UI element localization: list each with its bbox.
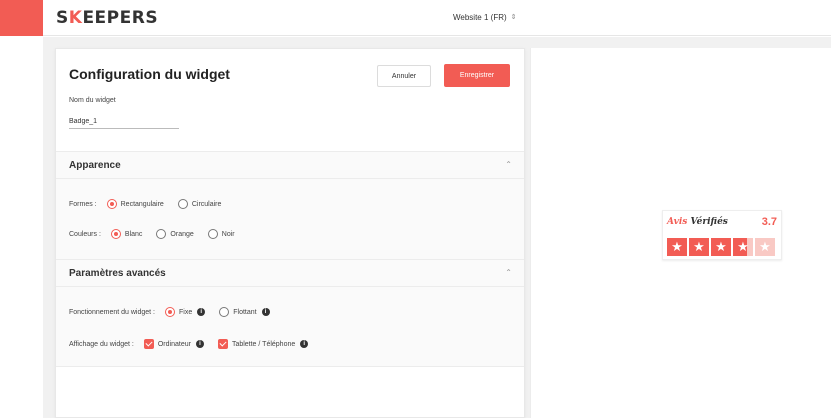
updown-caret-icon: ⇕ (510, 14, 517, 21)
chevron-up-icon[interactable]: ⌃ (505, 160, 512, 169)
website-selector-label: Website 1 (FR) (453, 13, 507, 22)
shape-option-circular[interactable]: Circulaire (177, 199, 222, 209)
star-icon: ★ (711, 238, 731, 256)
star-icon: ★ (689, 238, 709, 256)
color-option-label: Noir (221, 230, 235, 238)
chevron-up-icon[interactable]: ⌃ (505, 268, 512, 277)
badge-brand-name: Avis Vérifiés (667, 217, 728, 227)
info-icon[interactable]: i (197, 308, 206, 316)
star-icon: ★ (733, 238, 753, 256)
display-row: Affichage du widget : Ordinateur i Table… (69, 337, 322, 351)
star-icon: ★ (667, 238, 687, 256)
shape-option-label: Circulaire (191, 200, 222, 208)
behavior-option-label: Flottant (233, 308, 257, 316)
behavior-option-fixed[interactable]: Fixe i (165, 307, 206, 317)
color-option-white[interactable]: Blanc (110, 229, 143, 239)
info-icon[interactable]: i (300, 340, 309, 348)
avis-verifies-badge[interactable]: Avis Vérifiés 3.7 ★ ★ ★ ★ ★ (662, 210, 782, 260)
logo-letters-rest: EEPERS (82, 8, 159, 28)
color-option-black[interactable]: Noir (207, 229, 235, 239)
advanced-section-body: Fonctionnement du widget : Fixe i Flotta… (56, 287, 524, 367)
appearance-section-body: Formes : Rectangulaire Circulaire Couleu… (56, 179, 524, 259)
cancel-button[interactable]: Annuler (377, 65, 431, 87)
colors-row: Couleurs : Blanc Orange Noir (69, 227, 249, 241)
appearance-section-header[interactable]: Apparence ⌃ (56, 151, 524, 179)
widget-name-label: Nom du widget (69, 97, 116, 104)
advanced-section-header[interactable]: Paramètres avancés ⌃ (56, 259, 524, 287)
color-option-orange[interactable]: Orange (156, 229, 194, 239)
radio-unselected-icon[interactable] (156, 229, 167, 239)
display-label: Affichage du widget : (69, 340, 134, 348)
display-option-label: Ordinateur (157, 340, 191, 348)
color-option-label: Orange (170, 230, 194, 238)
page-title: Configuration du widget (69, 66, 230, 82)
radio-unselected-icon[interactable] (177, 199, 188, 209)
widget-config-panel: Configuration du widget Annuler Enregist… (55, 48, 525, 418)
badge-brand-verifies: Vérifiés (687, 217, 728, 227)
skeepers-logo[interactable]: SKEEPERS (56, 8, 158, 28)
display-option-desktop[interactable]: Ordinateur i (143, 339, 204, 349)
logo-letter-s: S (56, 8, 69, 28)
logo-letter-k: K (68, 8, 83, 28)
star-icon: ★ (755, 238, 775, 256)
widget-name-input[interactable] (69, 115, 179, 129)
shapes-row: Formes : Rectangulaire Circulaire (69, 197, 235, 211)
checkbox-checked-icon[interactable] (217, 339, 228, 349)
appearance-section-title: Apparence (69, 160, 121, 171)
shape-option-rectangular[interactable]: Rectangulaire (106, 199, 164, 209)
display-option-tablet-phone[interactable]: Tablette / Téléphone i (217, 339, 309, 349)
behavior-option-label: Fixe (179, 308, 193, 316)
info-icon[interactable]: i (195, 340, 204, 348)
radio-unselected-icon[interactable] (219, 307, 230, 317)
website-selector[interactable]: Website 1 (FR) ⇕ (453, 13, 517, 22)
badge-score: 3.7 (761, 216, 777, 228)
top-bar: SKEEPERS Website 1 (FR) ⇕ (0, 0, 831, 36)
behavior-option-floating[interactable]: Flottant i (219, 307, 270, 317)
brand-block (0, 0, 43, 36)
radio-unselected-icon[interactable] (207, 229, 218, 239)
radio-selected-icon[interactable] (106, 199, 117, 209)
radio-selected-icon[interactable] (110, 229, 121, 239)
info-icon[interactable]: i (261, 308, 270, 316)
radio-selected-icon[interactable] (165, 307, 175, 317)
display-option-label: Tablette / Téléphone (231, 340, 296, 348)
save-button[interactable]: Enregistrer (444, 64, 510, 87)
color-option-label: Blanc (124, 230, 143, 238)
advanced-section-title: Paramètres avancés (69, 268, 166, 279)
shapes-label: Formes : (69, 200, 97, 208)
behavior-label: Fonctionnement du widget : (69, 308, 155, 316)
shape-option-label: Rectangulaire (120, 200, 164, 208)
checkbox-checked-icon[interactable] (143, 339, 154, 349)
colors-label: Couleurs : (69, 230, 101, 238)
app-root: SKEEPERS Website 1 (FR) ⇕ Configuration d… (0, 0, 831, 418)
behavior-row: Fonctionnement du widget : Fixe i Flotta… (69, 305, 284, 319)
star-rating: ★ ★ ★ ★ ★ (667, 238, 775, 256)
badge-brand-avis: Avis (667, 217, 688, 227)
left-navigation-strip (0, 36, 43, 418)
